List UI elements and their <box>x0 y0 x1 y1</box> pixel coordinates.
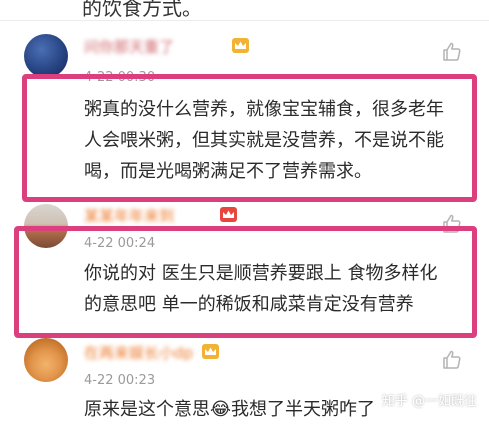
comment-line: 人会喂米粥，但其实就是没营养，不是说不能 <box>84 130 444 151</box>
vip-crown-icon <box>202 344 219 359</box>
previous-comment-tail: 的饮食方式。 <box>82 0 202 20</box>
thumbs-up-icon[interactable] <box>440 40 464 64</box>
comment-username[interactable]: 某某年年来到 <box>84 205 174 226</box>
avatar[interactable] <box>24 34 68 78</box>
comment-text: 粥真的没什么营养，就像宝宝辅食，很多老年 人会喂米粥，但其实就是没营养，不是说不… <box>84 94 444 187</box>
comment-text: 你说的对 医生只是顺营养要跟上 食物多样化 的意思吧 单一的稀饭和咸菜肯定没有营… <box>84 258 437 320</box>
comment-username[interactable]: 在再来娱长小dp <box>84 342 193 363</box>
vip-crown-icon <box>220 207 237 222</box>
comment-timestamp: 4-22 00:23 <box>84 373 156 388</box>
comment-line: 喝，而是光喝粥满足不了营养需求。 <box>84 161 372 182</box>
comment-text: 原来是这个意思😂我想了半天粥咋了 <box>84 394 375 425</box>
thumbs-up-icon[interactable] <box>440 348 464 372</box>
comment-line: 原来是这个意思😂我想了半天粥咋了 <box>84 399 376 420</box>
comment-line: 的意思吧 单一的稀饭和咸菜肯定没有营养 <box>84 294 414 315</box>
comment-line: 你说的对 医生只是顺营养要跟上 食物多样化 <box>84 263 438 284</box>
watermark: 知乎 @一如既往 <box>381 394 477 409</box>
vip-crown-icon <box>232 38 249 53</box>
comment-username[interactable]: 问你那天重了 <box>84 36 174 57</box>
divider <box>0 20 489 21</box>
comment-line: 粥真的没什么营养，就像宝宝辅食，很多老年 <box>84 99 444 120</box>
avatar[interactable] <box>24 338 68 382</box>
